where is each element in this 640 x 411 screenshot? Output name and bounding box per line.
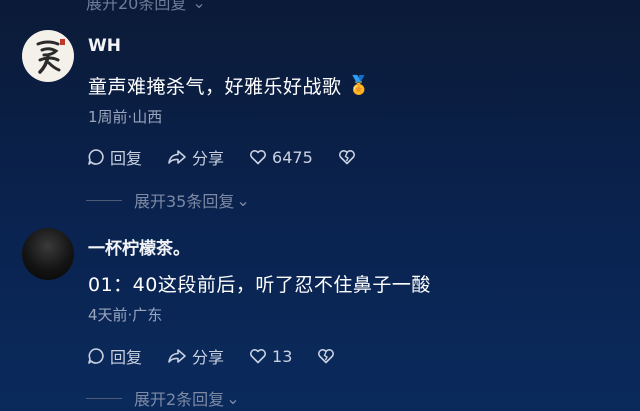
comment-text-body: 童声难掩杀气，好雅乐好战歌: [88, 76, 342, 98]
like-count: 6475: [272, 147, 313, 167]
expand-replies-top-label: 展开20条回复: [86, 0, 187, 13]
divider-line: [86, 199, 122, 201]
comment-username[interactable]: 一杯柠檬茶。: [88, 234, 190, 259]
comment-meta: 1周前·山西: [88, 108, 163, 126]
broken-heart-icon: [338, 150, 355, 165]
expand-replies-label: 展开2条回复: [134, 390, 225, 409]
share-button[interactable]: 分享: [166, 344, 224, 368]
reply-label: 回复: [110, 348, 143, 367]
heart-icon: [250, 349, 266, 364]
share-label: 分享: [192, 348, 225, 367]
dislike-button[interactable]: [316, 346, 336, 366]
comment-actions: 回复 分享 13: [86, 344, 360, 368]
comment-text: 01：40这段前后，听了忍不住鼻子一酸: [88, 270, 431, 297]
expand-replies-button[interactable]: 展开35条回复 ⌄: [86, 188, 250, 212]
reply-bubble-icon: [88, 348, 104, 364]
expand-replies-button[interactable]: 展开2条回复 ⌄: [86, 386, 240, 410]
comment-text: 童声难掩杀气，好雅乐好战歌 🏅: [88, 72, 370, 99]
medal-emoji-icon: 🏅: [347, 75, 371, 96]
comment-actions: 回复 分享 6475: [86, 145, 381, 169]
chevron-down-icon: ⌄: [226, 388, 240, 408]
share-label: 分享: [192, 149, 225, 168]
share-arrow-icon: [168, 349, 186, 363]
comment-meta: 4天前·广东: [88, 306, 163, 324]
comment-username[interactable]: WH: [88, 36, 121, 56]
like-count: 13: [272, 346, 293, 366]
reply-bubble-icon: [88, 149, 104, 165]
expand-replies-label: 展开35条回复: [134, 192, 235, 211]
share-arrow-icon: [168, 150, 186, 164]
chevron-down-icon: ⌄: [192, 0, 206, 12]
expand-replies-top[interactable]: 展开20条回复 ⌄: [86, 0, 206, 14]
like-button[interactable]: 6475: [248, 147, 313, 167]
reply-label: 回复: [110, 149, 143, 168]
dislike-button[interactable]: [337, 147, 357, 167]
avatar[interactable]: [22, 228, 74, 280]
like-button[interactable]: 13: [248, 346, 292, 366]
broken-heart-icon: [318, 349, 335, 364]
heart-icon: [250, 150, 266, 165]
avatar[interactable]: [22, 30, 74, 82]
reply-button[interactable]: 回复: [86, 344, 142, 368]
divider-line: [86, 397, 122, 399]
share-button[interactable]: 分享: [166, 145, 224, 169]
reply-button[interactable]: 回复: [86, 145, 142, 169]
chevron-down-icon: ⌄: [236, 190, 250, 210]
comment-text-body: 01：40这段前后，听了忍不住鼻子一酸: [88, 274, 431, 296]
calligraphy-avatar-icon: [36, 39, 65, 74]
